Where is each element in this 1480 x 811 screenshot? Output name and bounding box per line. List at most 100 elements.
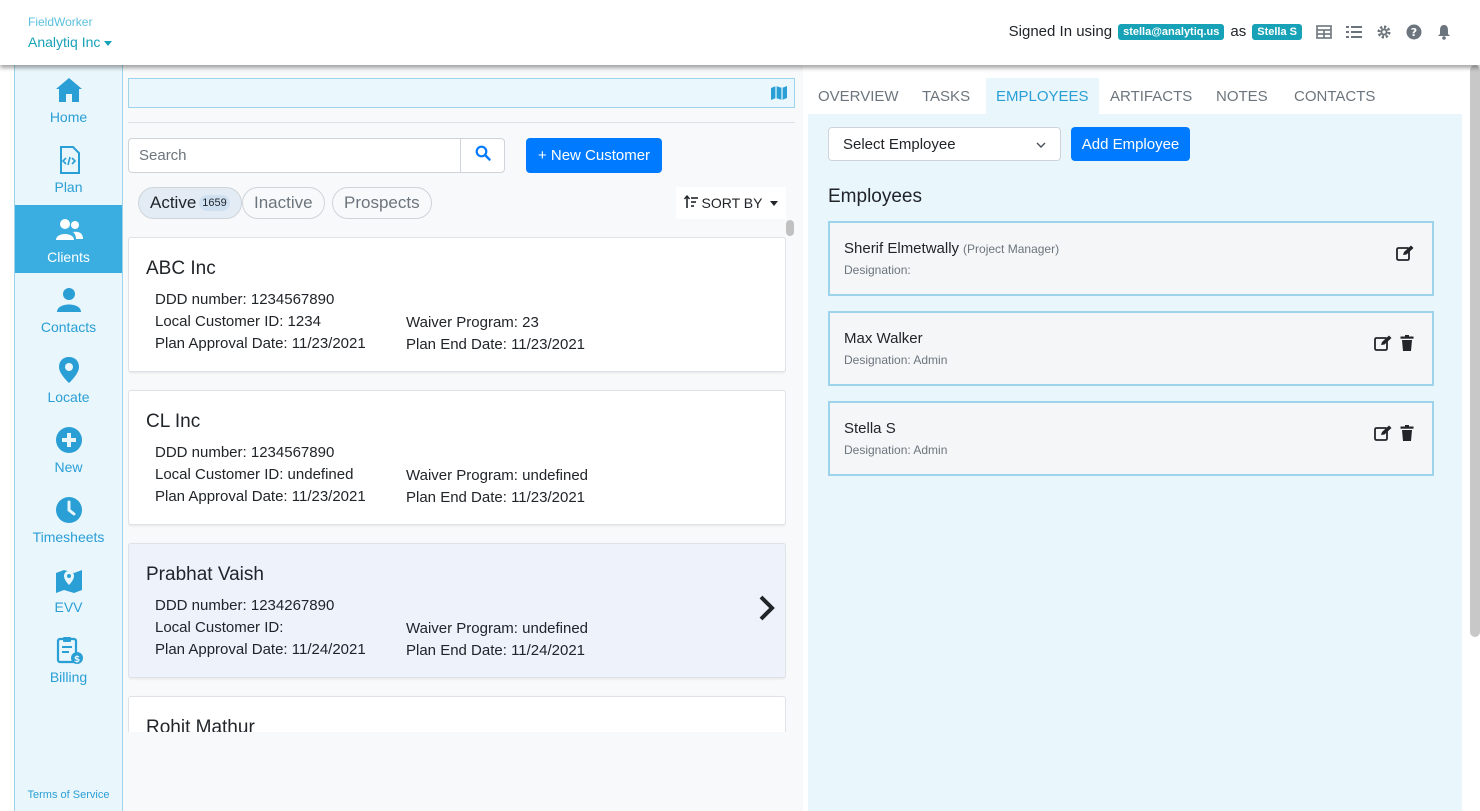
employee-designation: Designation: Admin — [844, 353, 948, 367]
divider — [128, 122, 795, 123]
employees-panel: Select Employee Add Employee Employees S… — [808, 114, 1462, 811]
map-icon[interactable] — [770, 85, 788, 106]
local-customer-id: Local Customer ID: 1234 — [155, 313, 321, 330]
billing-clipboard-icon: $ — [54, 635, 84, 665]
sidebar-item-label: Billing — [49, 669, 88, 685]
sidebar-item-label: EVV — [54, 599, 83, 615]
sidebar-item-label: Clients — [47, 249, 90, 265]
home-icon — [54, 75, 84, 105]
count-badge: 1659 — [199, 195, 230, 211]
customer-name: ABC Inc — [146, 258, 216, 279]
sort-by-dropdown[interactable]: SORT BY — [676, 187, 786, 219]
sidebar-item-timesheets[interactable]: Timesheets — [15, 485, 122, 553]
new-customer-button[interactable]: + New Customer — [526, 138, 662, 173]
plan-approval-date: Plan Approval Date: 11/23/2021 — [155, 335, 366, 352]
filter-active[interactable]: Active 1659 — [138, 187, 242, 219]
signed-in-prefix: Signed In using — [1008, 23, 1113, 40]
chevron-down-icon — [770, 200, 779, 206]
filter-inactive[interactable]: Inactive — [242, 187, 325, 219]
sidebar-item-plan[interactable]: Plan — [15, 135, 122, 203]
plan-approval-date: Plan Approval Date: 11/24/2021 — [155, 641, 366, 658]
tab-overview[interactable]: OVERVIEW — [808, 78, 909, 114]
filter-label: Prospects — [344, 193, 420, 212]
employees-heading: Employees — [828, 186, 922, 207]
customer-card[interactable]: ABC Inc DDD number: 1234567890 Local Cus… — [128, 237, 786, 372]
employee-role: (Project Manager) — [963, 242, 1060, 256]
employee-name: Sherif Elmetwally — [844, 240, 960, 257]
sidebar-item-evv[interactable]: EVV — [15, 555, 122, 623]
svg-text:$: $ — [73, 655, 79, 665]
local-customer-id: Local Customer ID: — [155, 619, 284, 636]
search-button[interactable] — [460, 138, 505, 173]
sidebar-item-billing[interactable]: $ Billing — [15, 625, 122, 693]
ddd-number: DDD number: 1234267890 — [155, 597, 335, 614]
plan-end-date: Plan End Date: 11/23/2021 — [406, 489, 586, 506]
tab-notes[interactable]: NOTES — [1206, 78, 1278, 114]
local-customer-id: Local Customer ID: undefined — [155, 466, 354, 483]
filter-label: Active — [150, 193, 197, 212]
sidebar-item-locate[interactable]: Locate — [15, 345, 122, 413]
customer-name: Prabhat Vaish — [146, 564, 264, 585]
email-badge: stella@analytiq.us — [1118, 23, 1225, 40]
user-badge: Stella S — [1252, 23, 1302, 40]
list-scrollbar[interactable] — [786, 220, 794, 236]
help-icon[interactable]: ? — [1406, 24, 1422, 40]
terms-of-service-link[interactable]: Terms of Service — [15, 789, 122, 801]
edit-icon[interactable] — [1374, 425, 1392, 446]
tab-tasks[interactable]: TASKS — [912, 78, 980, 114]
sidebar-item-label: Plan — [54, 179, 83, 195]
sidebar-item-clients[interactable]: Clients — [15, 205, 122, 273]
employee-designation: Designation: Admin — [844, 443, 948, 457]
bell-icon[interactable] — [1436, 24, 1452, 40]
list-icon[interactable] — [1346, 24, 1362, 40]
trash-icon[interactable] — [1400, 425, 1414, 446]
tab-employees[interactable]: EMPLOYEES — [986, 78, 1099, 114]
search-input[interactable] — [128, 138, 461, 173]
map-marker-icon — [54, 355, 84, 385]
org-name: Analytiq Inc — [28, 34, 101, 50]
sort-label: SORT BY — [701, 195, 763, 211]
employee-name: Max Walker — [844, 330, 923, 347]
org-switcher[interactable]: Analytiq Inc — [28, 34, 113, 50]
map-bar[interactable] — [128, 78, 795, 108]
sidebar-item-label: Locate — [47, 389, 90, 405]
customer-card[interactable]: Rohit Mathur — [128, 696, 786, 732]
customer-cards: ABC Inc DDD number: 1234567890 Local Cus… — [128, 237, 786, 732]
filter-prospects[interactable]: Prospects — [332, 187, 432, 219]
chevron-right-icon[interactable] — [757, 594, 777, 627]
trash-icon[interactable] — [1400, 335, 1414, 356]
account-info: Signed In using stella@analytiq.us as St… — [1009, 23, 1452, 40]
select-employee-dropdown[interactable]: Select Employee — [828, 127, 1061, 161]
edit-icon[interactable] — [1396, 245, 1414, 266]
employee-name: Stella S — [844, 420, 896, 437]
code-file-icon — [54, 145, 84, 175]
waiver-program: Waiver Program: undefined — [406, 620, 589, 637]
users-icon — [54, 215, 84, 245]
gear-icon[interactable] — [1376, 24, 1392, 40]
ddd-number: DDD number: 1234567890 — [155, 291, 335, 308]
chevron-down-icon — [104, 40, 113, 46]
plan-end-date: Plan End Date: 11/24/2021 — [406, 642, 586, 659]
top-header: FieldWorker Analytiq Inc Signed In using… — [0, 0, 1480, 65]
sidebar-item-label: Home — [49, 109, 88, 125]
tab-contacts[interactable]: CONTACTS — [1284, 78, 1385, 114]
map-icon — [54, 565, 84, 595]
svg-text:?: ? — [1411, 26, 1417, 39]
tab-artifacts[interactable]: ARTIFACTS — [1100, 78, 1202, 114]
edit-icon[interactable] — [1374, 335, 1392, 356]
table-icon[interactable] — [1316, 24, 1332, 40]
sidebar-item-home[interactable]: Home — [15, 65, 122, 133]
ddd-number: DDD number: 1234567890 — [155, 444, 335, 461]
sidebar: Home Plan Clients Contacts Locate New Ti… — [14, 65, 123, 811]
clock-icon — [54, 495, 84, 525]
customer-card[interactable]: CL Inc DDD number: 1234567890 Local Cust… — [128, 390, 786, 525]
product-name: FieldWorker — [28, 15, 93, 29]
page-scrollbar[interactable] — [1470, 65, 1480, 637]
employee-card: Sherif Elmetwally (Project Manager) Desig… — [828, 221, 1434, 296]
sidebar-item-contacts[interactable]: Contacts — [15, 275, 122, 343]
sidebar-item-new[interactable]: New — [15, 415, 122, 483]
employee-card: Max Walker Designation: Admin — [828, 311, 1434, 386]
customer-card-selected[interactable]: Prabhat Vaish DDD number: 1234267890 Loc… — [128, 543, 786, 678]
add-employee-button[interactable]: Add Employee — [1071, 127, 1190, 161]
plan-end-date: Plan End Date: 11/23/2021 — [406, 336, 586, 353]
